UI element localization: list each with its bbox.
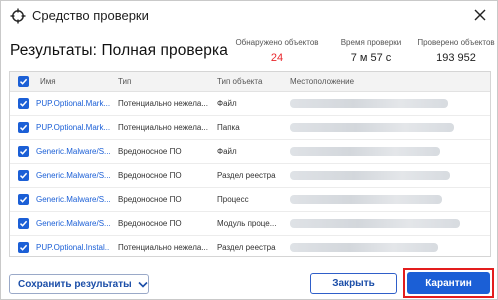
column-header-type[interactable]: Тип — [118, 77, 131, 86]
row-location-redacted — [290, 195, 442, 204]
stat-scanned-label: Проверено объектов — [417, 38, 495, 47]
table-row[interactable]: Generic.Malware/S... Вредоносное ПО Процес… — [10, 188, 490, 212]
row-location-redacted — [290, 219, 460, 228]
row-type: Вредоносное ПО — [118, 219, 182, 228]
row-name[interactable]: Generic.Malware/S... — [36, 219, 110, 228]
row-checkbox[interactable] — [18, 242, 29, 253]
page-title: Результаты: Полная проверка — [10, 42, 228, 59]
stat-time-label: Время проверки — [340, 38, 402, 47]
table-row[interactable]: Generic.Malware/S... Вредоносное ПО Файл — [10, 140, 490, 164]
checkmark-icon — [19, 78, 28, 85]
row-object-type: Папка — [217, 123, 240, 132]
row-location-redacted — [290, 171, 450, 180]
column-header-location[interactable]: Местоположение — [290, 77, 354, 86]
close-button[interactable]: Закрыть — [310, 273, 397, 294]
stat-detected-value: 24 — [270, 52, 284, 64]
checkmark-icon — [19, 148, 28, 155]
row-checkbox[interactable] — [18, 122, 29, 133]
quarantine-button[interactable]: Карантин — [407, 272, 490, 294]
row-name[interactable]: Generic.Malware/S... — [36, 195, 110, 204]
table-row[interactable]: PUP.Optional.Instal... Потенциально нежел… — [10, 236, 490, 256]
row-object-type: Раздел реестра — [217, 171, 276, 180]
stat-scanned-value: 193 952 — [436, 52, 476, 64]
row-type: Вредоносное ПО — [118, 171, 182, 180]
checkmark-icon — [19, 196, 28, 203]
chevron-down-icon — [138, 281, 148, 288]
row-location-redacted — [290, 243, 438, 252]
results-table: Имя Тип Тип объекта Местоположение PUP.O… — [9, 71, 491, 257]
table-row[interactable]: Generic.Malware/S... Вредоносное ПО Модуль… — [10, 212, 490, 236]
row-checkbox[interactable] — [18, 194, 29, 205]
checkmark-icon — [19, 172, 28, 179]
row-type: Вредоносное ПО — [118, 147, 182, 156]
row-name[interactable]: PUP.Optional.Mark... — [36, 99, 110, 108]
row-object-type: Файл — [217, 99, 237, 108]
row-location-redacted — [290, 99, 448, 108]
stat-time-value: 7 м 57 с — [350, 52, 392, 64]
column-header-object-type[interactable]: Тип объекта — [217, 77, 262, 86]
checkmark-icon — [19, 124, 28, 131]
table-header: Имя Тип Тип объекта Местоположение — [10, 72, 490, 92]
checkmark-icon — [19, 100, 28, 107]
checkmark-icon — [19, 220, 28, 227]
save-results-button[interactable]: Сохранить результаты — [9, 274, 149, 294]
stat-time: Время проверки 7 м 57 с — [334, 38, 408, 64]
row-name[interactable]: PUP.Optional.Instal... — [36, 243, 110, 252]
row-type: Вредоносное ПО — [118, 195, 182, 204]
stat-scanned: Проверено объектов 193 952 — [414, 38, 498, 64]
row-location-redacted — [290, 123, 454, 132]
row-type: Потенциально нежела... — [118, 243, 208, 252]
row-checkbox[interactable] — [18, 170, 29, 181]
row-location-redacted — [290, 147, 440, 156]
row-name[interactable]: Generic.Malware/S... — [36, 147, 110, 156]
row-object-type: Файл — [217, 147, 237, 156]
window-title: Средство проверки — [32, 8, 149, 23]
row-checkbox[interactable] — [18, 218, 29, 229]
column-header-name[interactable]: Имя — [40, 77, 56, 86]
table-row[interactable]: PUP.Optional.Mark... Потенциально нежела.… — [10, 116, 490, 140]
crosshair-icon — [10, 8, 26, 24]
select-all-checkbox[interactable] — [18, 76, 29, 87]
stat-detected-label: Обнаружено объектов — [235, 38, 319, 47]
row-name[interactable]: Generic.Malware/S... — [36, 171, 110, 180]
row-checkbox[interactable] — [18, 98, 29, 109]
row-name[interactable]: PUP.Optional.Mark... — [36, 123, 110, 132]
table-row[interactable]: PUP.Optional.Mark... Потенциально нежела.… — [10, 92, 490, 116]
stat-detected: Обнаружено объектов 24 — [231, 38, 323, 64]
close-icon[interactable] — [472, 7, 488, 23]
row-type: Потенциально нежела... — [118, 123, 208, 132]
scanner-window: Средство проверки Результаты: Полная про… — [0, 0, 498, 300]
title-bar: Средство проверки — [1, 1, 497, 31]
row-object-type: Раздел реестра — [217, 243, 276, 252]
row-object-type: Процесс — [217, 195, 249, 204]
checkmark-icon — [19, 244, 28, 251]
row-object-type: Модуль проце... — [217, 219, 277, 228]
save-results-label: Сохранить результаты — [18, 278, 132, 290]
table-row[interactable]: Generic.Malware/S... Вредоносное ПО Раздел… — [10, 164, 490, 188]
row-type: Потенциально нежела... — [118, 99, 208, 108]
row-checkbox[interactable] — [18, 146, 29, 157]
